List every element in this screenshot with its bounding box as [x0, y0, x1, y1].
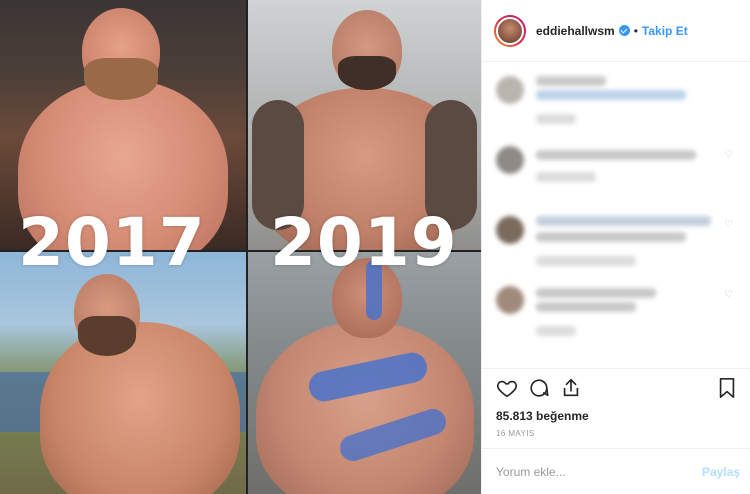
comment-item: ♡ — [496, 280, 736, 350]
comment-input[interactable] — [496, 464, 702, 479]
heart-icon[interactable] — [494, 375, 520, 401]
post-image-collage[interactable]: 2017 2019 — [0, 0, 481, 494]
comment-like-heart-icon[interactable]: ♡ — [724, 220, 734, 230]
photo-2017-outdoor — [0, 252, 246, 494]
comment-item — [496, 70, 736, 140]
comment-avatar[interactable] — [496, 76, 524, 104]
likes-count[interactable]: 85.813 beğenme — [496, 409, 589, 423]
post-header: eddiehallwsm • Takip Et — [482, 0, 750, 62]
profile-avatar[interactable] — [494, 14, 526, 47]
comment-avatar[interactable] — [496, 146, 524, 174]
username-link[interactable]: eddiehallwsm — [536, 24, 615, 38]
comment-icon[interactable] — [526, 375, 552, 401]
photo-2019-painted — [248, 252, 481, 494]
post-actions: 85.813 beğenme 16 MAYIS — [482, 368, 750, 448]
comment-avatar[interactable] — [496, 286, 524, 314]
instagram-post: 2017 2019 eddiehallwsm • Takip Et ♡ ♡ ♡ … — [0, 0, 750, 494]
share-icon[interactable] — [558, 375, 584, 401]
header-separator: • — [633, 23, 638, 38]
comment-list: ♡ ♡ ♡ — [482, 62, 750, 368]
year-label-2019: 2019 — [270, 204, 458, 281]
follow-button[interactable]: Takip Et — [642, 24, 688, 38]
comment-item: ♡ — [496, 210, 736, 280]
year-label-2017: 2017 — [18, 204, 206, 281]
post-date[interactable]: 16 MAYIS — [496, 429, 535, 438]
comment-like-heart-icon[interactable]: ♡ — [724, 150, 734, 160]
bookmark-icon[interactable] — [714, 375, 740, 401]
comment-avatar[interactable] — [496, 216, 524, 244]
verified-badge-icon — [618, 25, 630, 36]
post-comment-button[interactable]: Paylaş — [702, 465, 740, 479]
post-sidebar: eddiehallwsm • Takip Et ♡ ♡ ♡ 85.813 beğ… — [481, 0, 750, 494]
comment-like-heart-icon[interactable]: ♡ — [724, 290, 734, 300]
add-comment-bar: Paylaş — [482, 448, 750, 494]
comment-item: ♡ — [496, 140, 736, 210]
